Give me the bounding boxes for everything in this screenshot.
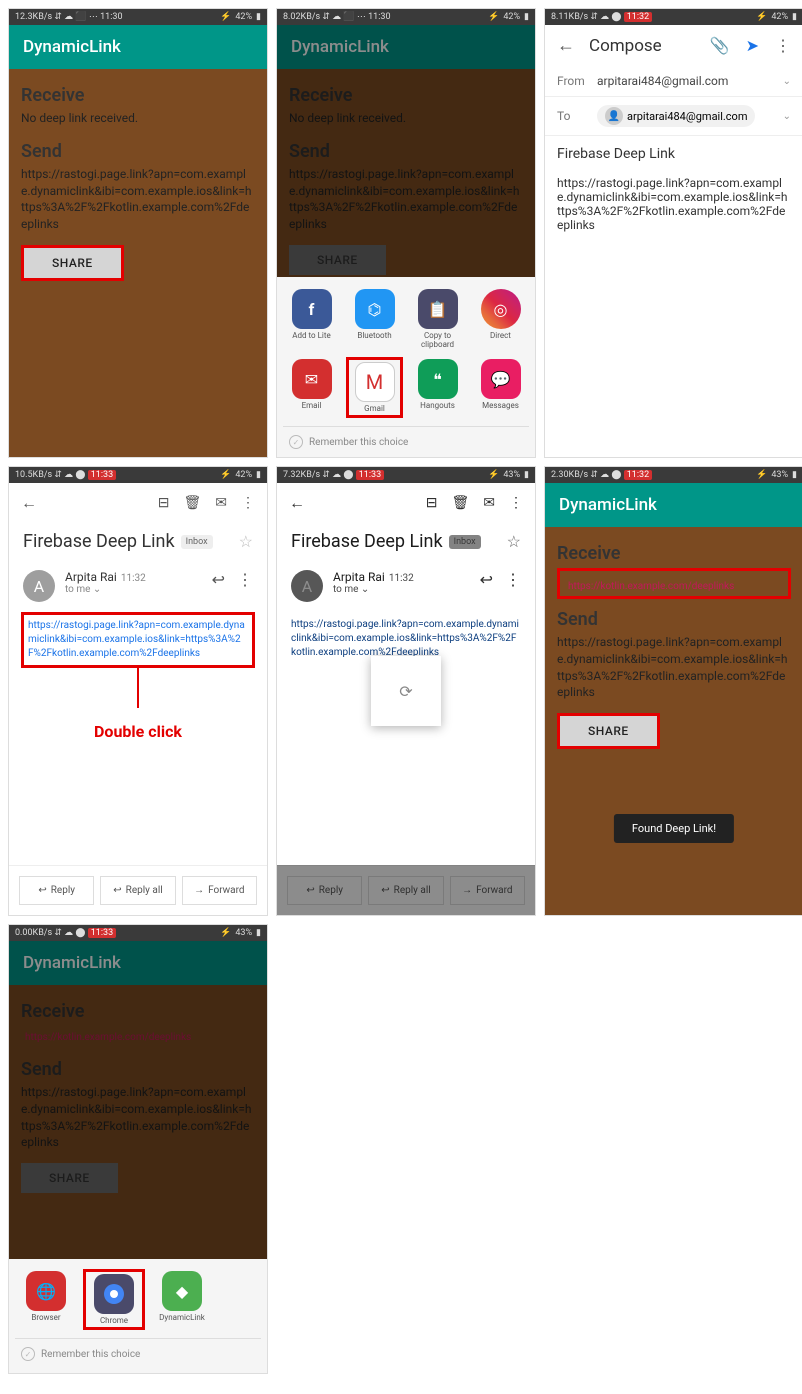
archive-icon[interactable]: ⊟: [158, 495, 170, 511]
more-icon[interactable]: ⋮: [237, 570, 253, 589]
attach-icon[interactable]: 📎: [710, 36, 730, 55]
email-subject-row: Firebase Deep Link Inbox ☆: [9, 523, 267, 560]
compose-toolbar: ← Compose 📎 ➤ ⋮: [545, 25, 802, 66]
status-right: ⚡ 42% ▮: [220, 12, 261, 22]
action-bar: DynamicLink: [9, 25, 267, 69]
chevron-down-icon: ⌄: [783, 76, 791, 87]
share-clipboard[interactable]: 📋Copy to clipboard: [409, 287, 466, 351]
sender-name: Arpita Rai: [65, 570, 117, 584]
toast: Found Deep Link!: [614, 814, 734, 843]
share-gmail[interactable]: MGmail: [346, 357, 403, 418]
status-bar: 10.5KB/s ⇵ ☁ ⬤ 11:33 ⚡ 42% ▮: [9, 467, 267, 483]
email-toolbar: ← ⊟ 🗑 ✉ ⋮: [9, 483, 267, 523]
mail-icon[interactable]: ✉: [215, 495, 227, 511]
received-link[interactable]: https://kotlin.example.com/deeplinks: [564, 575, 738, 598]
from-value: arpitarai484@gmail.com: [597, 74, 783, 88]
status-bar: 8.02KB/s ⇵ ☁ ⬛ ⋯ 11:30 ⚡ 42% ▮: [277, 9, 535, 25]
loading-dialog: ⟳: [371, 656, 441, 726]
sender-to[interactable]: to me ⌄: [65, 584, 146, 595]
check-icon: ✓: [289, 435, 303, 449]
open-browser[interactable]: 🌐Browser: [15, 1269, 77, 1330]
back-icon[interactable]: ←: [557, 35, 575, 56]
screen-1-dynamiclink: 12.3KB/s ⇵ ☁ ⬛ ⋯ 11:30 ⚡ 42% ▮ DynamicLi…: [8, 8, 268, 458]
share-hangouts[interactable]: ❝Hangouts: [409, 357, 466, 418]
receive-text: No deep link received.: [21, 110, 255, 127]
reply-button[interactable]: ↩ Reply: [19, 876, 94, 905]
reply-icon[interactable]: ↩: [212, 570, 225, 589]
screen-4-email: 10.5KB/s ⇵ ☁ ⬤ 11:33 ⚡ 42% ▮ ← ⊟ 🗑 ✉ ⋮ F…: [8, 466, 268, 916]
share-add-to-lite[interactable]: fAdd to Lite: [283, 287, 340, 351]
more-icon[interactable]: ⋮: [775, 36, 791, 55]
subject-field[interactable]: Firebase Deep Link: [557, 146, 791, 162]
sender-row: A Arpita Rai 11:32 to me ⌄ ↩ ⋮: [9, 560, 267, 612]
action-bar: DynamicLink: [277, 25, 535, 69]
open-chrome[interactable]: Chrome: [83, 1269, 145, 1330]
send-url: https://rastogi.page.link?apn=com.exampl…: [557, 634, 791, 701]
send-label: Send: [21, 141, 255, 162]
body-field[interactable]: https://rastogi.page.link?apn=com.exampl…: [557, 176, 791, 232]
remember-choice[interactable]: ✓Remember this choice: [283, 426, 529, 451]
delete-icon[interactable]: 🗑: [183, 495, 201, 511]
delete-icon: 🗑: [451, 495, 469, 511]
reply-bar: ↩ Reply ↩ Reply all → Forward: [9, 865, 267, 915]
receive-label: Receive: [557, 543, 791, 564]
more-icon[interactable]: ⋮: [241, 495, 255, 511]
share-email[interactable]: ✉Email: [283, 357, 340, 418]
status-bar: 0.00KB/s ⇵ ☁ ⬤ 11:33 ⚡ 43% ▮: [9, 925, 267, 941]
chevron-down-icon: ⌄: [783, 111, 791, 122]
open-with-sheet: 🌐Browser Chrome ◆DynamicLink ✓Remember t…: [9, 1259, 267, 1373]
screen-5-loading: 7.32KB/s ⇵ ☁ ⬤ 11:33 ⚡ 43% ▮ ← ⊟ 🗑 ✉ ⋮ F…: [276, 466, 536, 916]
email-toolbar: ← ⊟ 🗑 ✉ ⋮: [277, 483, 535, 523]
status-left: 12.3KB/s ⇵ ☁ ⬛ ⋯ 11:30: [15, 12, 123, 22]
open-dynamiclink[interactable]: ◆DynamicLink: [151, 1269, 213, 1330]
check-icon: ✓: [21, 1347, 35, 1361]
send-icon[interactable]: ➤: [746, 36, 759, 55]
annotation-line: [137, 668, 139, 708]
compose-body[interactable]: Firebase Deep Link https://rastogi.page.…: [545, 136, 802, 242]
email-subject: Firebase Deep Link: [23, 531, 175, 552]
app-body: Receive https://kotlin.example.com/deepl…: [545, 527, 802, 915]
app-body: Receive No deep link received. Send http…: [9, 69, 267, 457]
to-chip[interactable]: 👤arpitarai484@gmail.com: [597, 105, 755, 127]
screen-6-received: 2.30KB/s ⇵ ☁ ⬤ 11:32 ⚡ 43% ▮ DynamicLink…: [544, 466, 802, 916]
back-icon: ←: [289, 493, 305, 513]
to-row[interactable]: To 👤arpitarai484@gmail.com ⌄: [545, 97, 802, 136]
avatar-icon: 👤: [605, 107, 623, 125]
send-label: Send: [557, 609, 791, 630]
more-icon: ⋮: [509, 495, 523, 511]
action-bar: DynamicLink: [9, 941, 267, 985]
screen-3-compose: 8.11KB/s ⇵ ☁ ⬤ 11:32 ⚡ 42% ▮ ← Compose 📎…: [544, 8, 802, 458]
back-icon[interactable]: ←: [21, 493, 37, 513]
sender-time: 11:32: [121, 573, 146, 584]
action-bar: DynamicLink: [545, 483, 802, 527]
avatar: A: [23, 570, 55, 602]
reply-all-button[interactable]: ↩ Reply all: [100, 876, 175, 905]
screen-7-openwith: 0.00KB/s ⇵ ☁ ⬤ 11:33 ⚡ 43% ▮ DynamicLink…: [8, 924, 268, 1374]
share-sheet: fAdd to Lite ⌬Bluetooth 📋Copy to clipboa…: [277, 277, 535, 457]
share-direct[interactable]: ◎Direct: [472, 287, 529, 351]
receive-label: Receive: [21, 85, 255, 106]
forward-button[interactable]: → Forward: [182, 876, 257, 905]
status-bar: 7.32KB/s ⇵ ☁ ⬤ 11:33 ⚡ 43% ▮: [277, 467, 535, 483]
share-bluetooth[interactable]: ⌬Bluetooth: [346, 287, 403, 351]
annotation-text: Double click: [9, 722, 267, 741]
inbox-chip: Inbox: [181, 535, 213, 549]
email-body-link[interactable]: https://rastogi.page.link?apn=com.exampl…: [26, 617, 250, 663]
screen-2-sharesheet: 8.02KB/s ⇵ ☁ ⬛ ⋯ 11:30 ⚡ 42% ▮ DynamicLi…: [276, 8, 536, 458]
share-messages[interactable]: 💬Messages: [472, 357, 529, 418]
mail-icon: ✉: [483, 495, 495, 511]
from-row[interactable]: From arpitarai484@gmail.com ⌄: [545, 66, 802, 97]
status-bar: 12.3KB/s ⇵ ☁ ⬛ ⋯ 11:30 ⚡ 42% ▮: [9, 9, 267, 25]
remember-choice[interactable]: ✓Remember this choice: [15, 1338, 261, 1363]
send-url: https://rastogi.page.link?apn=com.exampl…: [21, 166, 255, 233]
status-bar: 2.30KB/s ⇵ ☁ ⬤ 11:32 ⚡ 43% ▮: [545, 467, 802, 483]
archive-icon: ⊟: [426, 495, 438, 511]
received-link-box: https://kotlin.example.com/deeplinks: [557, 568, 791, 599]
status-bar: 8.11KB/s ⇵ ☁ ⬤ 11:32 ⚡ 42% ▮: [545, 9, 802, 25]
compose-title: Compose: [589, 36, 662, 56]
star-icon[interactable]: ☆: [239, 532, 253, 551]
share-button[interactable]: SHARE: [557, 713, 660, 749]
share-button[interactable]: SHARE: [21, 245, 124, 281]
